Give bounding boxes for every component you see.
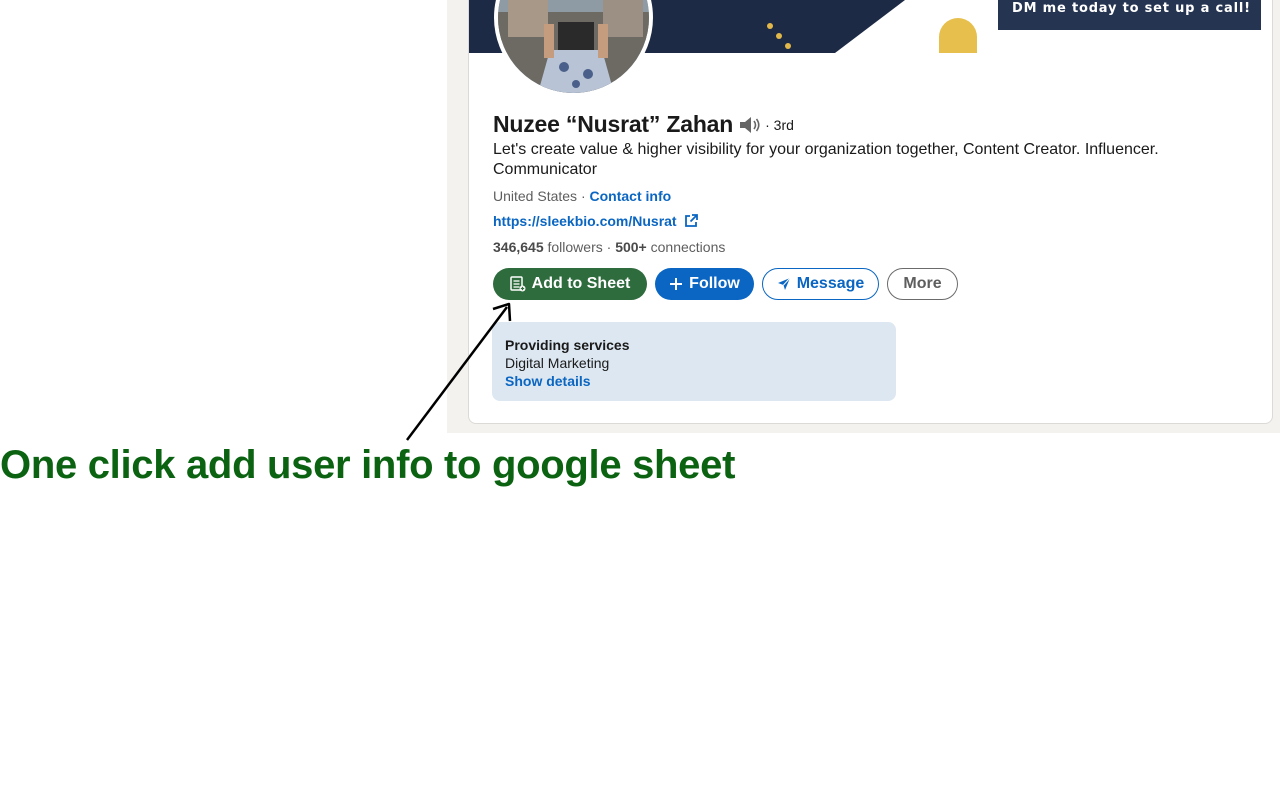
sheet-icon <box>509 276 526 292</box>
stats-row: 346,645 followers · 500+ connections <box>493 239 725 255</box>
connections-label: connections <box>646 239 726 255</box>
more-label: More <box>903 275 942 292</box>
name-row: Nuzee “Nusrat” Zahan · 3rd <box>493 111 794 138</box>
message-button[interactable]: Message <box>762 268 879 300</box>
show-details-link[interactable]: Show details <box>505 372 896 390</box>
services-title: Providing services <box>505 337 630 353</box>
paper-plane-icon <box>777 277 791 290</box>
contact-info-link[interactable]: Contact info <box>590 188 672 204</box>
connections-count[interactable]: 500+ <box>615 239 647 255</box>
location-row: United States · Contact info <box>493 188 671 204</box>
annotation-caption: One click add user info to google sheet <box>0 443 736 487</box>
annotation-arrow <box>406 302 512 441</box>
follow-button[interactable]: Follow <box>655 268 754 300</box>
profile-headline: Let's create value & higher visibility f… <box>493 141 1159 178</box>
speaker-icon[interactable] <box>739 116 761 134</box>
profile-location: United States <box>493 188 578 204</box>
plus-icon <box>670 278 683 290</box>
add-to-sheet-label: Add to Sheet <box>531 275 631 292</box>
connection-degree: · 3rd <box>765 116 794 133</box>
services-box: Providing services Digital Marketing Sho… <box>492 322 896 401</box>
external-link-icon[interactable] <box>684 214 698 228</box>
follow-label: Follow <box>689 275 740 292</box>
profile-name: Nuzee “Nusrat” Zahan <box>493 111 734 137</box>
followers-label: followers <box>543 239 603 255</box>
message-label: Message <box>796 275 865 292</box>
website-row: https://sleekbio.com/Nusrat <box>493 213 698 229</box>
website-link[interactable]: https://sleekbio.com/Nusrat <box>493 213 677 229</box>
banner-cta: DM me today to set up a call! <box>998 0 1261 30</box>
more-button[interactable]: More <box>887 268 958 300</box>
followers-count: 346,645 <box>493 239 544 255</box>
stats-separator: · <box>602 239 616 255</box>
location-separator: · <box>577 188 590 204</box>
services-value: Digital Marketing <box>505 355 610 371</box>
